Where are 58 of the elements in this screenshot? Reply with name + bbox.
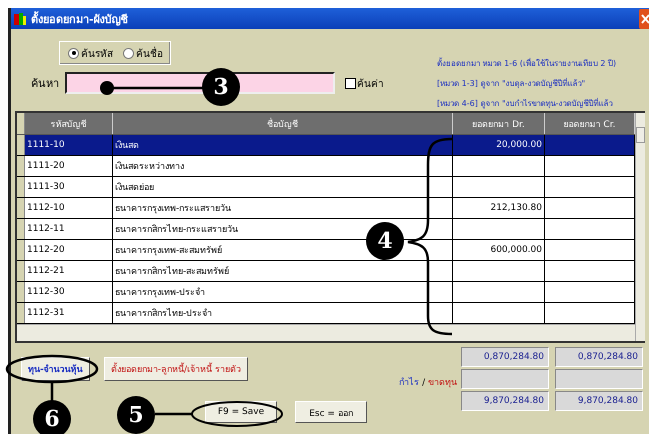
total-field: 9,870,284.80: [555, 391, 643, 411]
horizontal-scrollbar[interactable]: [17, 324, 635, 341]
table-row[interactable]: 1111-30 เงินสดย่อย: [17, 177, 635, 198]
table-cell: เงินสดระหว่างทาง: [113, 156, 453, 176]
action-button[interactable]: ตั้งยอดยกมา-ลูกหนี้/เจ้าหนี้ รายตัว: [104, 357, 248, 381]
table-cell: 1111-30: [25, 177, 113, 197]
note-text: [หมวด 4-6] ดูจาก "งบกำไรขาดทุน-งวดบัญชีปีที่แล้ว: [437, 97, 614, 110]
leader-line: [155, 412, 192, 416]
table-row[interactable]: 1112-30 ธนาคารกรุงเทพ-ประจำ: [17, 282, 635, 303]
table-cell: 20,000.00: [453, 135, 545, 155]
table-cell: เงินสด: [113, 135, 453, 155]
table-cell: ธนาคารกรุงเทพ-กระแสรายวัน: [113, 198, 453, 218]
table-cell: 1112-30: [25, 282, 113, 302]
table-cell: 1112-10: [25, 198, 113, 218]
row-selector[interactable]: [17, 219, 25, 239]
search-label: ค้นหา: [30, 76, 59, 92]
app-icon: [13, 12, 27, 26]
table-row[interactable]: 1112-21 ธนาคารกสิกรไทย-สะสมทรัพย์: [17, 261, 635, 282]
table-cell: 600,000.00: [453, 240, 545, 260]
table-cell: 1111-10: [25, 135, 113, 155]
row-selector[interactable]: [17, 135, 25, 155]
column-header[interactable]: ชื่อบัญชี: [113, 113, 453, 134]
value-search-checkbox[interactable]: ค้นค่า: [345, 76, 384, 90]
row-selector[interactable]: [17, 282, 25, 302]
total-field: 9,870,284.80: [461, 391, 549, 411]
row-selector[interactable]: [17, 156, 25, 176]
note-text: ตั้งยอดยกมา หมวด 1-6 (เพื่อใช้ในรายงานเทียบ 2 ปี): [437, 57, 618, 70]
table-cell: 212,130.80: [453, 198, 545, 218]
column-header[interactable]: รหัสบัญชี: [25, 113, 113, 134]
table-row[interactable]: 1112-10 ธนาคารกรุงเทพ-กระแสรายวัน 212,130.80: [17, 198, 635, 219]
row-selector[interactable]: [17, 177, 25, 197]
column-header[interactable]: ยอดยกมา Dr.: [453, 113, 545, 134]
table-cell: ธนาคารกสิกรไทย-ประจำ: [113, 303, 453, 323]
row-selector[interactable]: [17, 240, 25, 260]
row-selector[interactable]: [17, 261, 25, 281]
table-row[interactable]: 1111-10 เงินสด 20,000.00: [17, 135, 635, 156]
table-row[interactable]: 1111-20 เงินสดระหว่างทาง: [17, 156, 635, 177]
note-text: [หมวด 1-3] ดูจาก "งบดุล-งวดบัญชีปีที่แล้ว": [437, 77, 586, 90]
window-title: ตั้งยอดยกมา-ผังบัญชี: [31, 10, 129, 28]
table-cell: ธนาคารกรุงเทพ-ประจำ: [113, 282, 453, 302]
radio-option[interactable]: ค้นชื่อ: [123, 46, 163, 60]
table-cell: เงินสดย่อย: [113, 177, 453, 197]
table-cell: ธนาคารกสิกรไทย-สะสมทรัพย์: [113, 261, 453, 281]
leader-line: [50, 382, 54, 402]
table-cell: 1112-20: [25, 240, 113, 260]
table-cell: 1112-11: [25, 219, 113, 239]
total-field: 0,870,284.80: [461, 347, 549, 367]
radio-option[interactable]: ค้นรหัส: [68, 46, 113, 60]
row-selector[interactable]: [17, 198, 25, 218]
vertical-scrollbar[interactable]: [635, 113, 645, 341]
table-cell: 1111-20: [25, 156, 113, 176]
row-selector[interactable]: [17, 303, 25, 323]
total-field: 0,870,284.80: [555, 347, 643, 367]
table-cell: 1112-21: [25, 261, 113, 281]
action-button[interactable]: Esc = ออก: [295, 401, 367, 423]
close-icon[interactable]: [639, 8, 649, 28]
table-cell: 1112-31: [25, 303, 113, 323]
profit-loss-label: กำไร / ขาดทุน: [398, 376, 457, 390]
